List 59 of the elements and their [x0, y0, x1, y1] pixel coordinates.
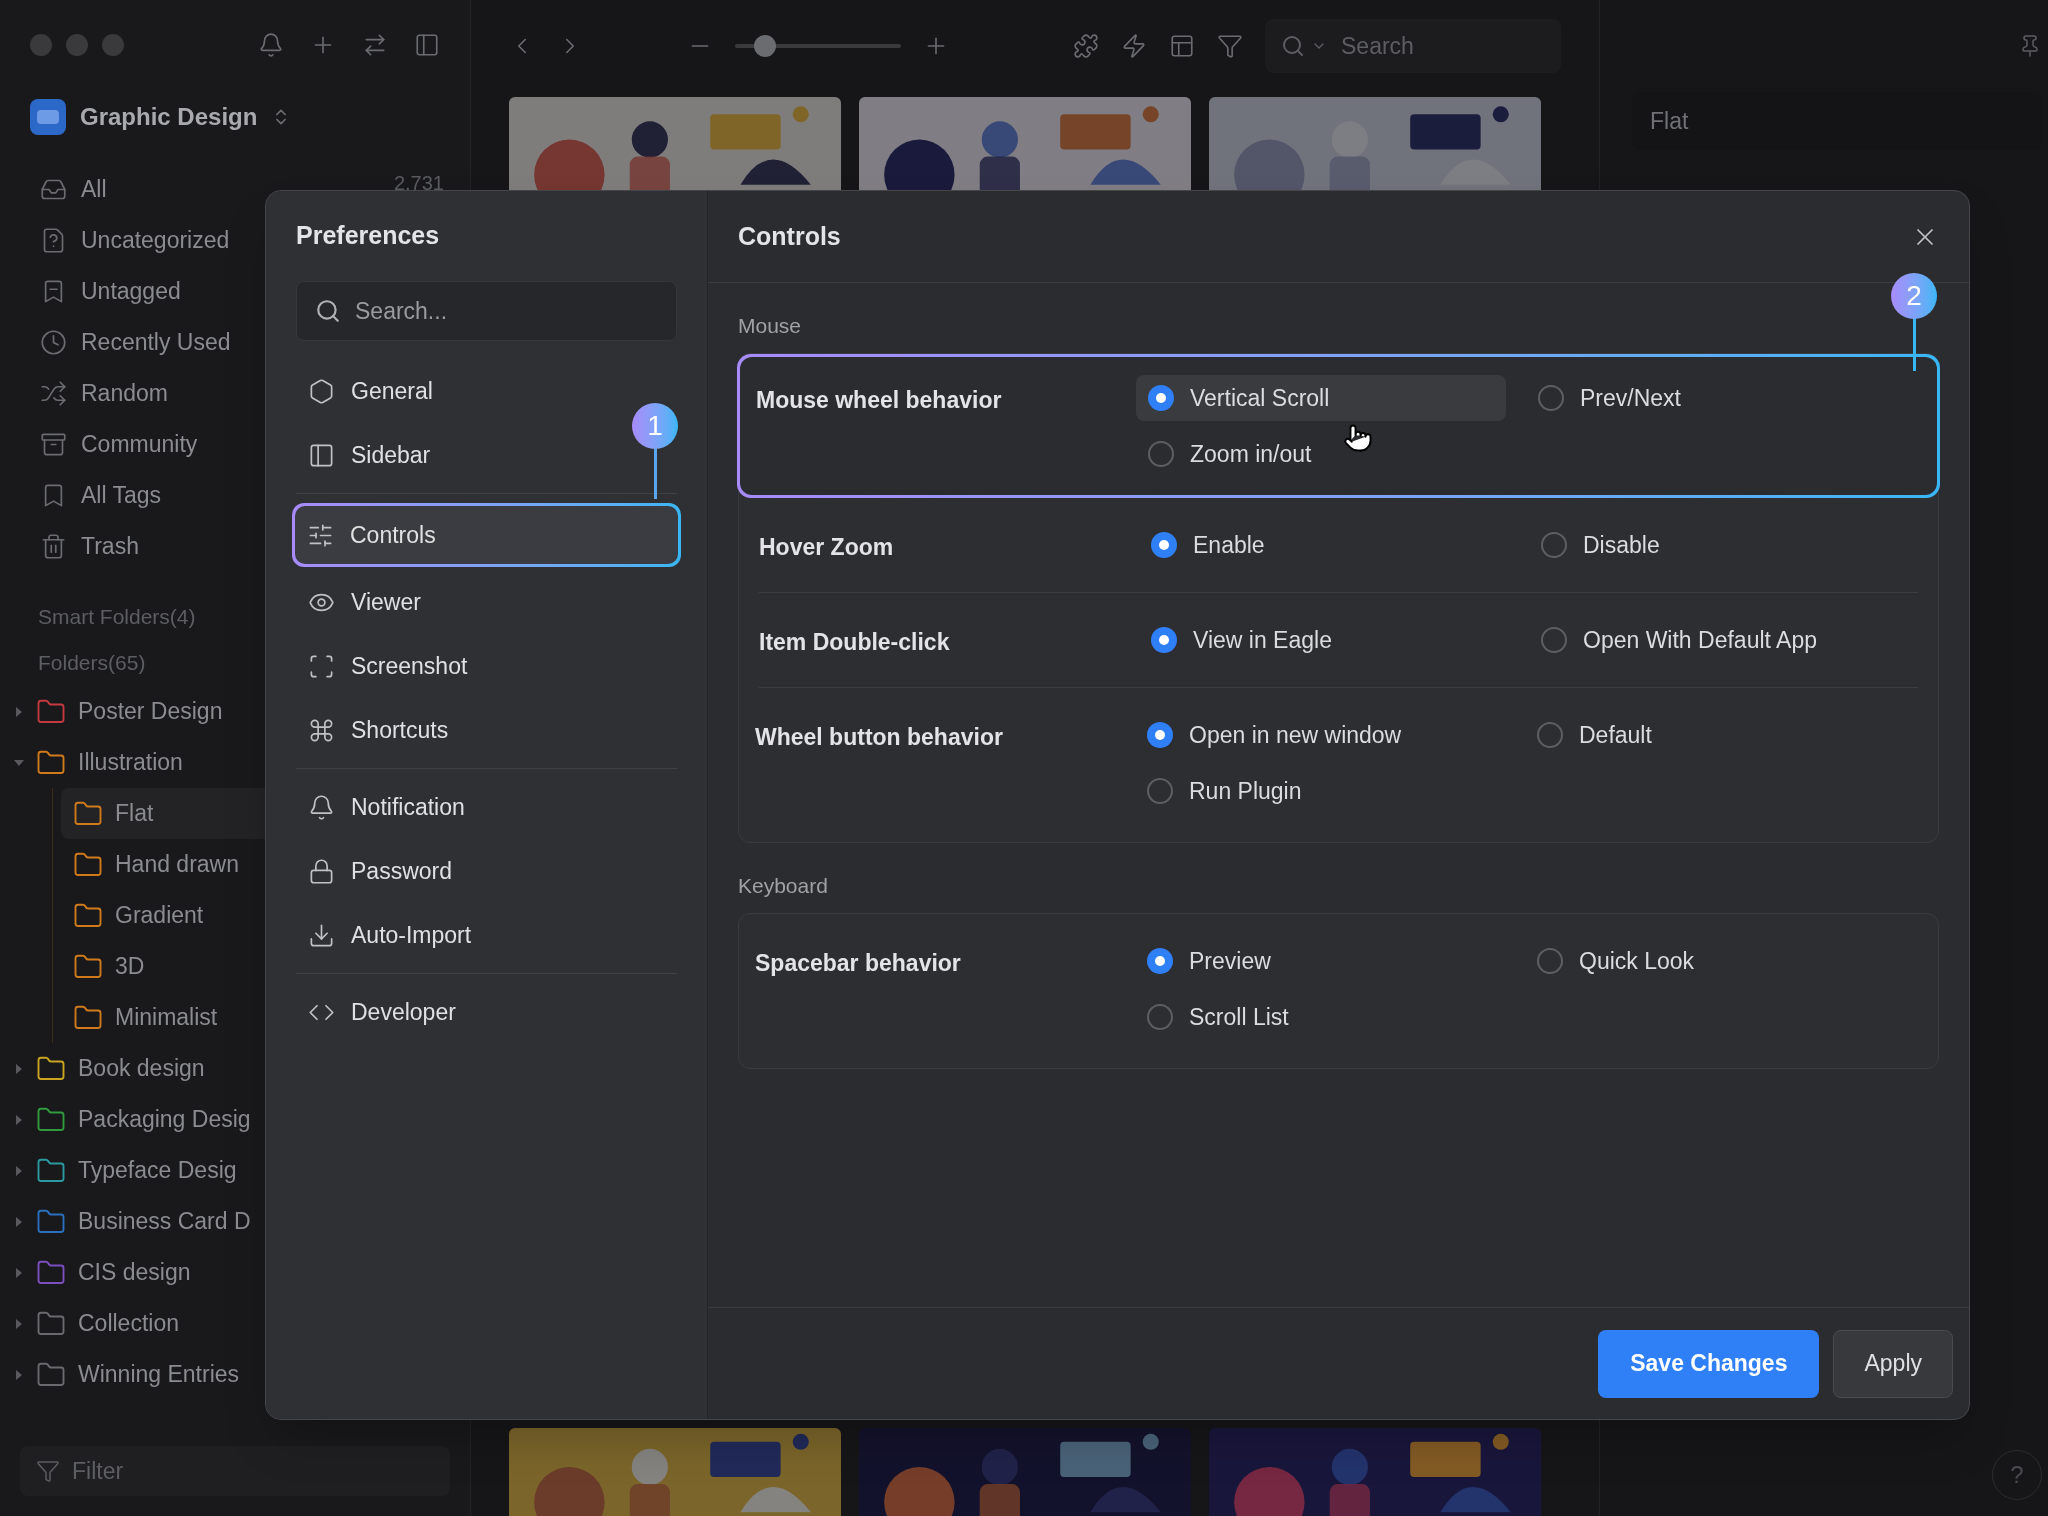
nav-item[interactable]: Shortcuts — [296, 701, 677, 759]
search-field[interactable]: Search — [1341, 28, 1541, 64]
folder-item[interactable]: Illustration — [78, 745, 183, 780]
nav-item[interactable]: Password — [296, 842, 677, 900]
setting-label: Hover Zoom — [759, 533, 895, 562]
radio-option[interactable]: View in Eagle — [1139, 617, 1509, 663]
radio-option[interactable]: Vertical Scroll — [1136, 375, 1506, 421]
radio-option[interactable]: Preview — [1135, 938, 1505, 984]
radio-option[interactable]: Default — [1525, 712, 1895, 758]
setting-label: Mouse wheel behavior — [756, 386, 1003, 415]
radio-option[interactable]: Open With Default App — [1529, 617, 1899, 663]
folder-item[interactable]: Business Card D — [78, 1204, 251, 1239]
radio-option[interactable]: Quick Look — [1525, 938, 1895, 984]
page-title: Controls — [738, 220, 841, 252]
section-heading: Smart Folders(4) — [38, 604, 196, 631]
section-heading: Keyboard — [738, 872, 828, 899]
setting-label: Spacebar behavior — [755, 949, 962, 978]
library-item[interactable]: Random — [81, 376, 168, 411]
search-field[interactable]: Search... — [355, 293, 655, 329]
folder-item[interactable]: Book design — [78, 1051, 205, 1086]
radio-option[interactable]: Enable — [1139, 522, 1509, 568]
library-item[interactable]: Recently Used — [81, 325, 231, 360]
library-item[interactable]: Uncategorized — [81, 223, 230, 258]
setting-label: Item Double-click — [759, 628, 951, 657]
folder-item[interactable]: CIS design — [78, 1255, 191, 1290]
library-item[interactable]: All — [81, 172, 107, 207]
folder-item[interactable]: Winning Entries — [78, 1357, 240, 1392]
apply-button[interactable]: Apply — [1833, 1329, 1953, 1398]
radio-option[interactable]: Open in new window — [1135, 712, 1505, 758]
folder-item[interactable]: Packaging Desig — [78, 1102, 251, 1137]
nav-item[interactable]: Controls — [292, 503, 681, 567]
radio-option[interactable]: Disable — [1529, 522, 1899, 568]
item-count: 2,731 — [393, 171, 445, 196]
save-button[interactable]: Save Changes — [1598, 1329, 1820, 1398]
library-item[interactable]: Community — [81, 427, 198, 462]
nav-item[interactable]: Screenshot — [296, 637, 677, 695]
section-heading: Folders(65) — [38, 650, 146, 677]
library-item[interactable]: All Tags — [81, 478, 162, 513]
section-heading: Mouse — [738, 312, 802, 339]
radio-option[interactable]: Zoom in/out — [1136, 431, 1506, 477]
nav-item[interactable]: Developer — [296, 983, 677, 1041]
folder-item[interactable]: Collection — [78, 1306, 179, 1341]
search-box[interactable]: Search — [1265, 19, 1561, 73]
folder-item[interactable]: Poster Design — [78, 694, 223, 729]
setting-label: Wheel button behavior — [755, 723, 1004, 752]
nav-item[interactable]: Auto-Import — [296, 906, 677, 964]
radio-option[interactable]: Run Plugin — [1135, 768, 1505, 814]
filter-field[interactable]: Filter — [72, 1453, 372, 1489]
dialog-title: Preferences — [296, 220, 441, 252]
nav-item[interactable]: Viewer — [296, 573, 677, 631]
callout-badge: 2 — [1891, 273, 1937, 319]
radio-option[interactable]: Scroll List — [1135, 994, 1505, 1040]
library-item[interactable]: Untagged — [81, 274, 181, 309]
library-name[interactable]: Graphic Design — [80, 99, 258, 135]
filter-box[interactable]: Filter — [20, 1446, 450, 1496]
search-box[interactable]: Search... — [296, 281, 677, 341]
library-item[interactable]: Trash — [81, 529, 139, 564]
radio-option[interactable]: Prev/Next — [1526, 375, 1896, 421]
folder-item[interactable]: Typeface Desig — [78, 1153, 237, 1188]
